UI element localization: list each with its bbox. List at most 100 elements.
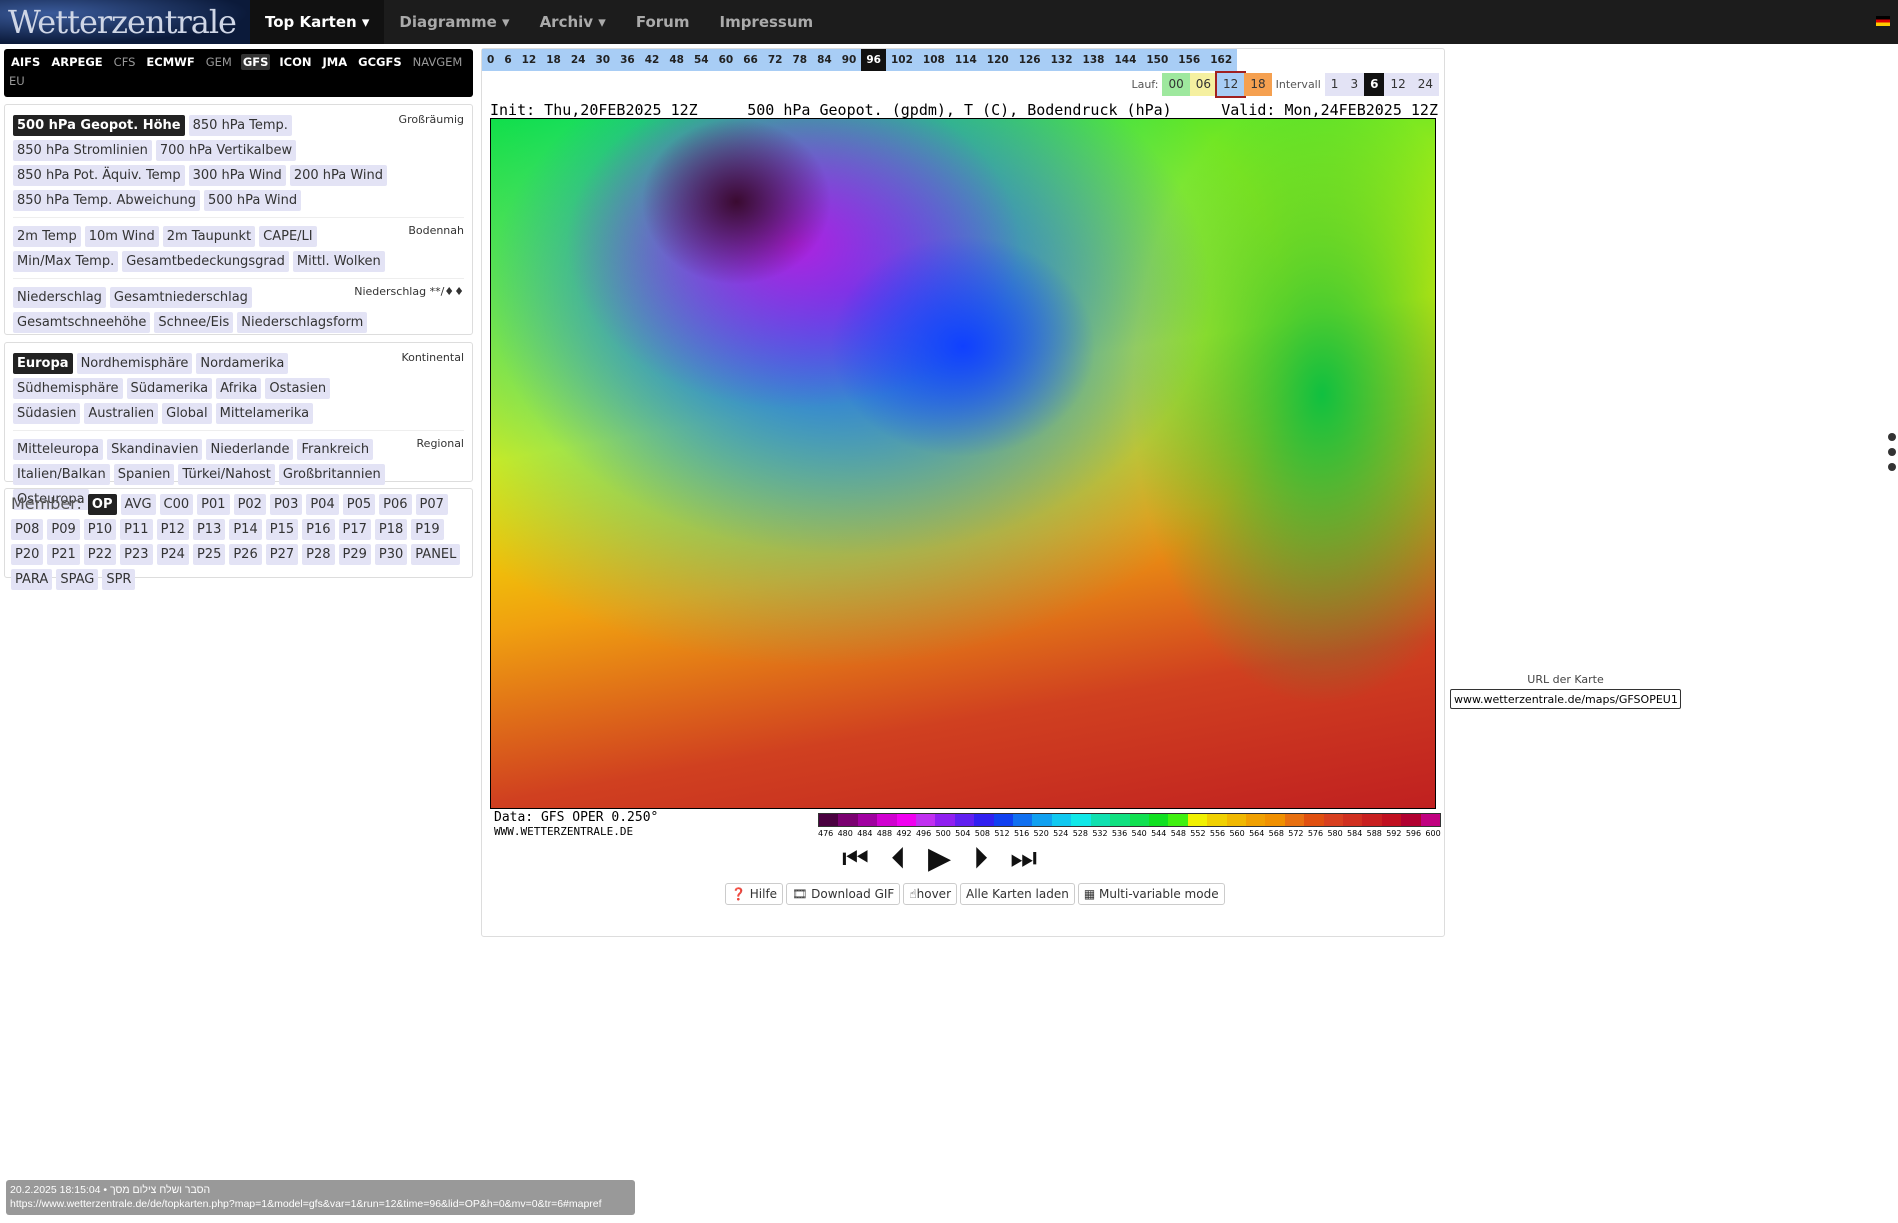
member-chip[interactable]: P16 bbox=[302, 519, 335, 540]
member-chip[interactable]: P27 bbox=[265, 544, 299, 565]
member-chip[interactable]: P15 bbox=[265, 519, 299, 540]
more-options-icon[interactable] bbox=[1888, 433, 1896, 478]
option-chip[interactable]: Mittelamerika bbox=[215, 403, 314, 424]
member-chip[interactable]: P08 bbox=[11, 519, 44, 540]
option-chip[interactable]: Frankreich bbox=[297, 439, 374, 460]
interval-1[interactable]: 1 bbox=[1324, 73, 1345, 96]
option-chip[interactable]: 500 hPa Geopot. Höhe bbox=[13, 115, 185, 136]
weather-map[interactable] bbox=[490, 118, 1436, 809]
timestep-24[interactable]: 24 bbox=[566, 49, 591, 71]
option-chip[interactable]: Niederschlagsform bbox=[237, 312, 368, 333]
timestep-102[interactable]: 102 bbox=[886, 49, 918, 71]
load-all-button[interactable]: Alle Karten laden bbox=[960, 883, 1075, 905]
option-chip[interactable]: Skandinavien bbox=[107, 439, 203, 460]
timestep-114[interactable]: 114 bbox=[950, 49, 982, 71]
member-chip[interactable]: P23 bbox=[120, 544, 153, 565]
member-chip[interactable]: P28 bbox=[302, 544, 335, 565]
map-url-input[interactable] bbox=[1450, 689, 1681, 709]
hover-button[interactable]: ☝hover bbox=[903, 883, 957, 905]
option-chip[interactable]: Südhemisphäre bbox=[13, 378, 123, 399]
member-chip[interactable]: PANEL bbox=[411, 544, 461, 565]
option-chip[interactable]: Niederschlag bbox=[13, 287, 106, 308]
help-button[interactable]: ❓ Hilfe bbox=[725, 883, 784, 905]
member-chip[interactable]: C00 bbox=[159, 494, 194, 515]
member-chip[interactable]: P22 bbox=[83, 544, 117, 565]
member-chip[interactable]: P03 bbox=[269, 494, 303, 515]
timestep-90[interactable]: 90 bbox=[837, 49, 862, 71]
nav-forum[interactable]: Forum bbox=[621, 0, 705, 44]
member-chip[interactable]: P01 bbox=[197, 494, 230, 515]
option-chip[interactable]: Südasien bbox=[13, 403, 81, 424]
member-chip[interactable]: P12 bbox=[156, 519, 189, 540]
timestep-96[interactable]: 96 bbox=[861, 49, 886, 71]
option-chip[interactable]: 700 hPa Vertikalbew bbox=[155, 140, 297, 161]
option-chip[interactable]: 2m Taupunkt bbox=[162, 226, 256, 247]
timestep-72[interactable]: 72 bbox=[763, 49, 788, 71]
option-chip[interactable]: Gesamtniederschlag bbox=[109, 287, 252, 308]
timestep-144[interactable]: 144 bbox=[1109, 49, 1141, 71]
timestep-42[interactable]: 42 bbox=[640, 49, 665, 71]
model-gcgfs[interactable]: GCGFS bbox=[356, 54, 403, 70]
option-chip[interactable]: 300 hPa Wind bbox=[188, 165, 286, 186]
model-gem[interactable]: GEM bbox=[204, 54, 234, 70]
member-chip[interactable]: P05 bbox=[342, 494, 376, 515]
model-arpege[interactable]: ARPEGE bbox=[49, 54, 104, 70]
timestep-0[interactable]: 0 bbox=[482, 49, 499, 71]
download-gif-button[interactable]: 🎞 Download GIF bbox=[786, 883, 901, 905]
member-chip[interactable]: P24 bbox=[156, 544, 189, 565]
member-chip[interactable]: P06 bbox=[379, 494, 412, 515]
multi-variable-button[interactable]: ▦ Multi-variable mode bbox=[1077, 883, 1225, 905]
timestep-162[interactable]: 162 bbox=[1205, 49, 1237, 71]
option-chip[interactable]: Italien/Balkan bbox=[13, 464, 110, 485]
model-icon[interactable]: ICON bbox=[277, 54, 313, 70]
option-chip[interactable]: Min/Max Temp. bbox=[13, 251, 119, 272]
interval-12[interactable]: 12 bbox=[1384, 73, 1412, 96]
timestep-66[interactable]: 66 bbox=[738, 49, 763, 71]
member-chip[interactable]: PARA bbox=[11, 569, 53, 590]
option-chip[interactable]: Australien bbox=[84, 403, 159, 424]
option-chip[interactable]: 2m Temp bbox=[13, 226, 81, 247]
timestep-84[interactable]: 84 bbox=[812, 49, 837, 71]
option-chip[interactable]: 850 hPa Pot. Äquiv. Temp bbox=[13, 165, 185, 186]
option-chip[interactable]: 850 hPa Temp. bbox=[188, 115, 292, 136]
member-chip[interactable]: P07 bbox=[415, 494, 448, 515]
member-chip[interactable]: SPR bbox=[102, 569, 136, 590]
member-chip[interactable]: P29 bbox=[338, 544, 371, 565]
timestep-126[interactable]: 126 bbox=[1014, 49, 1046, 71]
member-chip[interactable]: P10 bbox=[83, 519, 117, 540]
option-chip[interactable]: Nordamerika bbox=[196, 353, 289, 374]
timestep-132[interactable]: 132 bbox=[1046, 49, 1078, 71]
member-chip[interactable]: AVG bbox=[120, 494, 156, 515]
member-chip[interactable]: P30 bbox=[374, 544, 408, 565]
first-frame-icon[interactable]: ⏮ bbox=[842, 841, 869, 876]
option-chip[interactable]: Gesamtbedeckungsgrad bbox=[122, 251, 289, 272]
timestep-120[interactable]: 120 bbox=[982, 49, 1014, 71]
timestep-60[interactable]: 60 bbox=[714, 49, 739, 71]
option-chip[interactable]: 10m Wind bbox=[84, 226, 159, 247]
option-chip[interactable]: Schnee/Eis bbox=[154, 312, 234, 333]
member-chip[interactable]: P13 bbox=[192, 519, 226, 540]
option-chip[interactable]: CAPE/LI bbox=[259, 226, 317, 247]
timestep-6[interactable]: 6 bbox=[499, 49, 516, 71]
option-chip[interactable]: 500 hPa Wind bbox=[203, 190, 302, 211]
nav-top-karten[interactable]: Top Karten ▾ bbox=[250, 0, 385, 44]
member-chip[interactable]: P11 bbox=[120, 519, 153, 540]
timestep-54[interactable]: 54 bbox=[689, 49, 714, 71]
model-jma[interactable]: JMA bbox=[321, 54, 350, 70]
model-navgem[interactable]: NAVGEM bbox=[411, 54, 465, 70]
run-00[interactable]: 00 bbox=[1162, 73, 1190, 96]
nav-diagramme[interactable]: Diagramme ▾ bbox=[384, 0, 524, 44]
run-06[interactable]: 06 bbox=[1189, 73, 1218, 96]
next-frame-icon[interactable]: ⏵ bbox=[973, 841, 988, 876]
member-chip[interactable]: P17 bbox=[338, 519, 371, 540]
option-chip[interactable]: Global bbox=[162, 403, 212, 424]
member-chip[interactable]: P18 bbox=[374, 519, 408, 540]
option-chip[interactable]: Türkei/Nahost bbox=[178, 464, 275, 485]
play-icon[interactable]: ▶ bbox=[928, 841, 951, 876]
member-chip[interactable]: P14 bbox=[229, 519, 262, 540]
member-chip[interactable]: P25 bbox=[192, 544, 226, 565]
option-chip[interactable]: 850 hPa Temp. Abweichung bbox=[13, 190, 200, 211]
timestep-156[interactable]: 156 bbox=[1173, 49, 1205, 71]
member-chip[interactable]: OP bbox=[87, 494, 117, 515]
last-frame-icon[interactable]: ⏭ bbox=[1010, 841, 1037, 876]
